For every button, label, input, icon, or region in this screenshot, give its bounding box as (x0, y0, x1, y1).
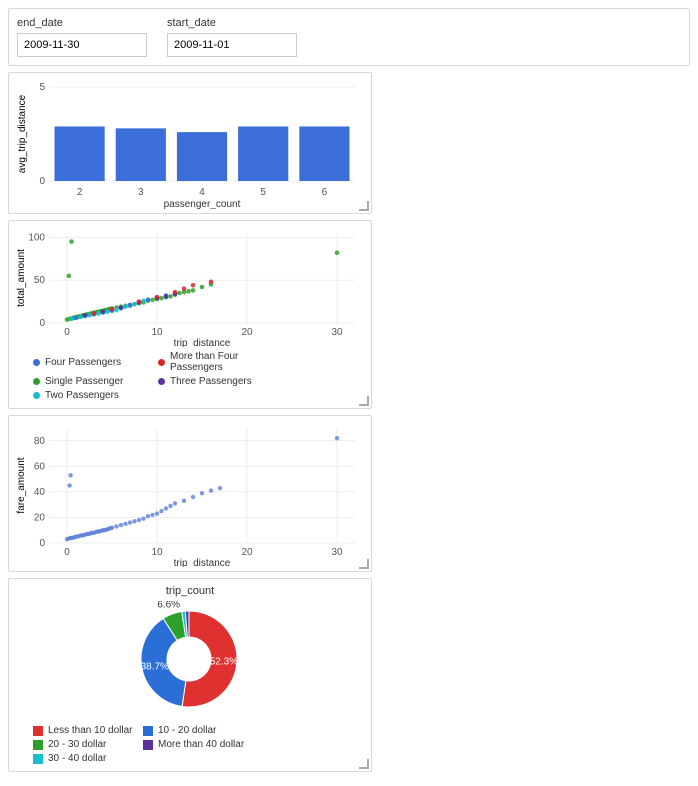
svg-text:80: 80 (34, 436, 46, 447)
svg-text:20: 20 (241, 547, 253, 558)
svg-text:fare_amount: fare_amount (16, 457, 27, 513)
svg-text:4: 4 (199, 187, 205, 198)
resize-handle-icon[interactable] (359, 201, 369, 211)
svg-text:0: 0 (39, 176, 45, 187)
donut-chart: 52.3% 38.7% 6.6% (13, 601, 365, 721)
svg-text:2: 2 (77, 187, 83, 198)
bar-chart-panel: 0 5 2 3 4 5 6 avg_trip_distance passenger_count (8, 72, 372, 214)
svg-text:20: 20 (34, 512, 46, 523)
svg-text:0: 0 (64, 547, 70, 558)
svg-text:50: 50 (34, 275, 46, 286)
legend-item[interactable]: 20 - 30 dollar (33, 739, 143, 750)
svg-text:6: 6 (322, 187, 328, 198)
legend-item[interactable]: Three Passengers (158, 376, 283, 387)
scatter-fare-chart: 0 20 40 60 80 0 10 20 30 fare_amount trip_distance (13, 422, 365, 567)
svg-text:avg_trip_distance: avg_trip_distance (17, 94, 28, 173)
svg-text:60: 60 (34, 461, 46, 472)
legend-item[interactable]: Single Passenger (33, 376, 158, 387)
svg-text:passenger_count: passenger_count (164, 199, 241, 209)
filter-end-date-label: end_date (17, 17, 147, 29)
resize-handle-icon[interactable] (359, 759, 369, 769)
filter-end-date: end_date (17, 17, 147, 57)
svg-text:5: 5 (260, 187, 266, 198)
svg-text:3: 3 (138, 187, 144, 198)
svg-text:30: 30 (331, 547, 343, 558)
svg-text:30: 30 (331, 327, 343, 338)
svg-text:5: 5 (39, 82, 45, 93)
scatter-multi-legend: Four PassengersMore than Four Passengers… (13, 347, 367, 404)
filter-start-date-label: start_date (167, 17, 297, 29)
filter-start-date: start_date (167, 17, 297, 57)
donut-legend: Less than 10 dollar10 - 20 dollar20 - 30… (13, 721, 367, 767)
svg-text:trip_distance: trip_distance (174, 338, 231, 347)
svg-text:20: 20 (241, 327, 253, 338)
svg-text:100: 100 (28, 232, 45, 243)
legend-item[interactable]: 10 - 20 dollar (143, 725, 253, 736)
svg-text:total_amount: total_amount (16, 249, 27, 307)
donut-title: trip_count (13, 585, 367, 597)
scatter-fare-panel: 0 20 40 60 80 0 10 20 30 fare_amount trip_distance (8, 415, 372, 572)
resize-handle-icon[interactable] (359, 559, 369, 569)
scatter-multi-panel: 0 50 100 0 10 20 30 total_amount trip_distance F… (8, 220, 372, 409)
legend-item[interactable]: More than Four Passengers (158, 351, 283, 373)
svg-text:10: 10 (151, 547, 163, 558)
filter-panel: end_date start_date (8, 8, 690, 66)
filter-start-date-input[interactable] (167, 33, 297, 57)
svg-text:40: 40 (34, 487, 46, 498)
svg-text:trip_distance: trip_distance (174, 558, 231, 567)
bar-chart: 0 5 2 3 4 5 6 avg_trip_distance passenger_count (13, 79, 365, 209)
filter-end-date-input[interactable] (17, 33, 147, 57)
svg-text:52.3%: 52.3% (210, 657, 238, 668)
legend-item[interactable]: More than 40 dollar (143, 739, 253, 750)
scatter-multi-chart: 0 50 100 0 10 20 30 total_amount trip_distance (13, 227, 365, 347)
svg-text:6.6%: 6.6% (157, 601, 180, 611)
dashboard-column: 0523456avg_trip_distancepassenger_count … (8, 72, 372, 772)
legend-item[interactable]: 30 - 40 dollar (33, 753, 143, 764)
svg-text:0: 0 (39, 318, 45, 329)
donut-panel: trip_count 52.3% 38.7% 6.6% Less than 10 d… (8, 578, 372, 772)
svg-text:10: 10 (151, 327, 163, 338)
svg-text:0: 0 (39, 538, 45, 549)
resize-handle-icon[interactable] (359, 396, 369, 406)
svg-text:38.7%: 38.7% (141, 661, 169, 672)
legend-item[interactable]: Four Passengers (33, 351, 158, 373)
legend-item[interactable]: Two Passengers (33, 390, 158, 401)
legend-item[interactable]: Less than 10 dollar (33, 725, 143, 736)
svg-text:0: 0 (64, 327, 70, 338)
